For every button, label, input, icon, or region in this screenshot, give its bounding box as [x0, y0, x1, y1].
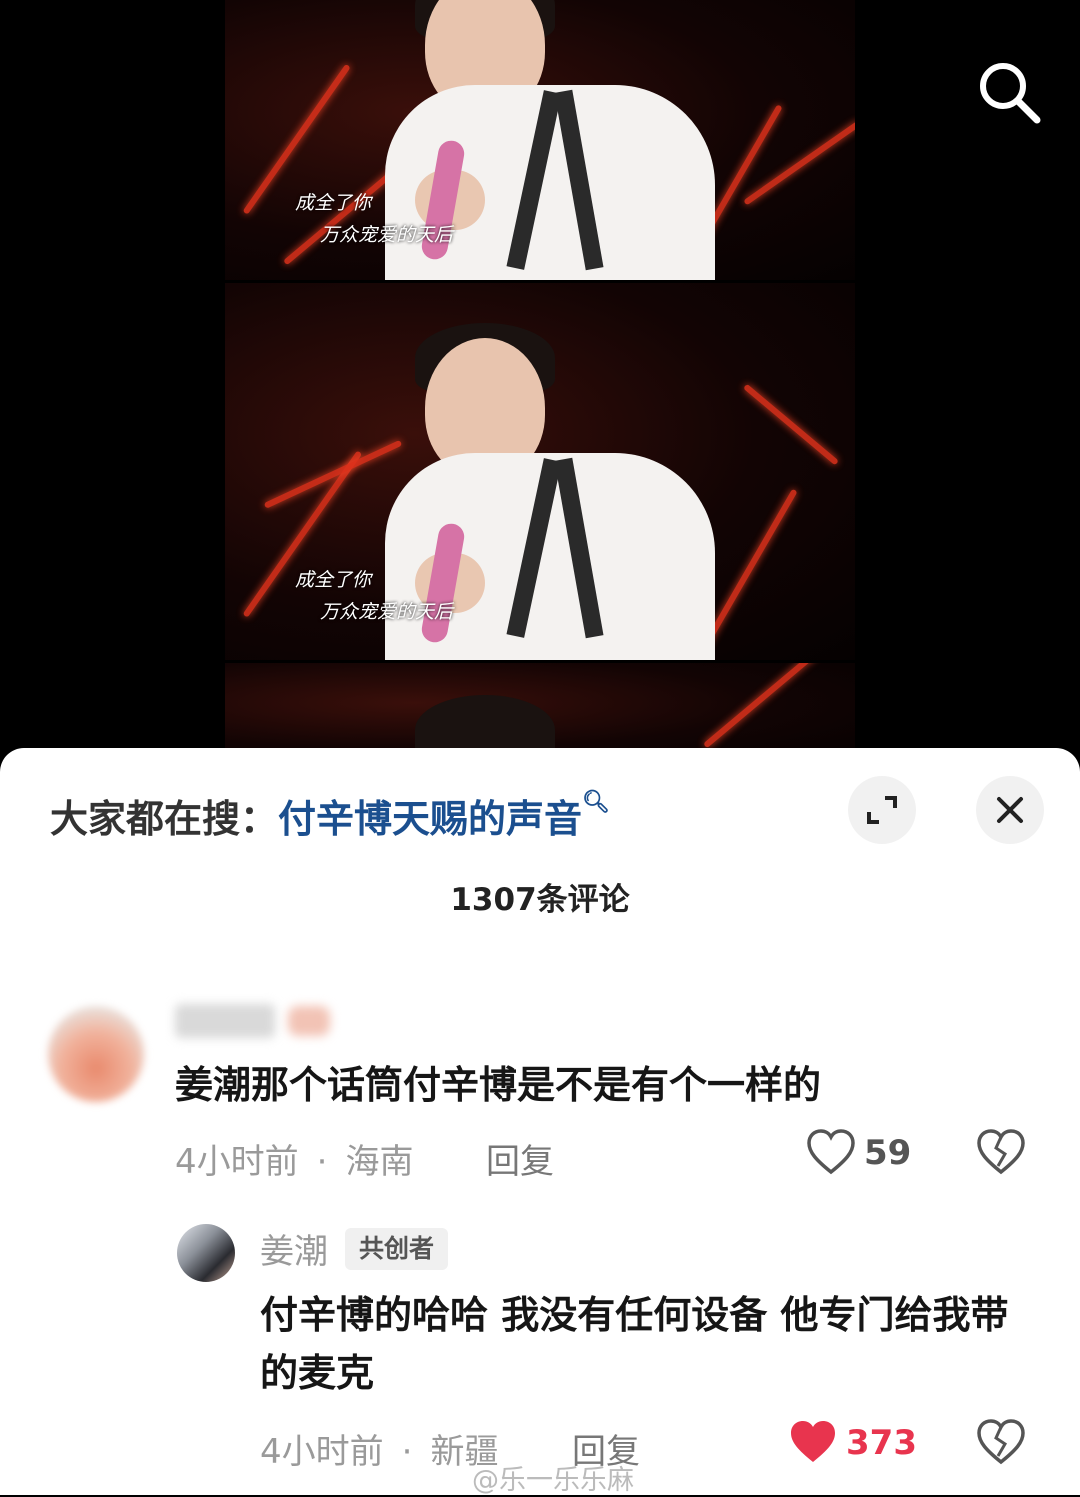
expand-icon [867, 796, 897, 824]
dislike-button[interactable] [976, 1128, 1026, 1180]
reply-avatar[interactable] [177, 1224, 235, 1282]
video-subtitle-line1: 成全了你 [295, 192, 372, 214]
trending-prefix: 大家都在搜： [50, 797, 279, 841]
comment-count: 1307条评论 [450, 882, 630, 918]
trending-search[interactable]: 大家都在搜：付辛博天赐的声音🔍︎ [50, 788, 610, 843]
broken-heart-icon [977, 1419, 1025, 1465]
trending-topic-link[interactable]: 付辛博天赐的声音 [278, 797, 582, 841]
reply-text: 付辛博的哈哈 我没有任何设备 他专门给我带的麦克 [260, 1293, 1009, 1395]
reply-like-button[interactable] [788, 1418, 838, 1470]
cocreator-badge: 共创者 [345, 1228, 449, 1270]
like-count: 59 [864, 1133, 912, 1173]
watermark: @乐一乐乐麻 [472, 1465, 634, 1496]
search-icon [980, 63, 1041, 124]
like-button[interactable] [806, 1128, 856, 1180]
username-blurred[interactable] [175, 1004, 275, 1038]
video-player[interactable]: 成全了你 万众宠爱的天后 成全了你 万众宠爱的天后 [0, 0, 1080, 760]
expand-button[interactable] [848, 776, 916, 844]
reply-meta: 4小时前 · 新疆 [260, 1432, 499, 1472]
search-small-icon: 🔍︎ [582, 790, 610, 815]
comment-sheet: 大家都在搜：付辛博天赐的声音🔍︎ 1307条评论 姜潮那个话筒付辛博是不是有个一… [0, 748, 1080, 1496]
reply-like-count: 373 [846, 1423, 917, 1463]
avatar[interactable] [48, 1006, 144, 1102]
comment-location: 海南 [345, 1142, 414, 1182]
heart-filled-icon [791, 1421, 835, 1462]
video-subtitle-line1: 成全了你 [295, 569, 372, 591]
search-button[interactable] [975, 58, 1043, 126]
reply-button[interactable]: 回复 [486, 1134, 554, 1183]
comment-text: 姜潮那个话筒付辛博是不是有个一样的 [175, 1063, 822, 1107]
broken-heart-icon [977, 1129, 1025, 1175]
close-icon [997, 797, 1023, 823]
reply-time: 4小时前 [260, 1432, 384, 1472]
reply-dislike-button[interactable] [976, 1418, 1026, 1470]
comment-time: 4小时前 [175, 1142, 299, 1182]
video-subtitle-line2: 万众宠爱的天后 [320, 601, 454, 623]
video-subtitle-line2: 万众宠爱的天后 [320, 224, 454, 246]
heart-outline-icon [807, 1129, 855, 1175]
video-frame-3 [225, 663, 855, 760]
video-frame-2: 成全了你 万众宠爱的天后 [225, 283, 855, 660]
reply-username[interactable]: 姜潮 [260, 1224, 328, 1273]
comment-meta: 4小时前 · 海南 [175, 1142, 414, 1182]
close-button[interactable] [976, 776, 1044, 844]
video-frame-1: 成全了你 万众宠爱的天后 [225, 0, 855, 280]
user-badge-blurred [288, 1006, 330, 1036]
